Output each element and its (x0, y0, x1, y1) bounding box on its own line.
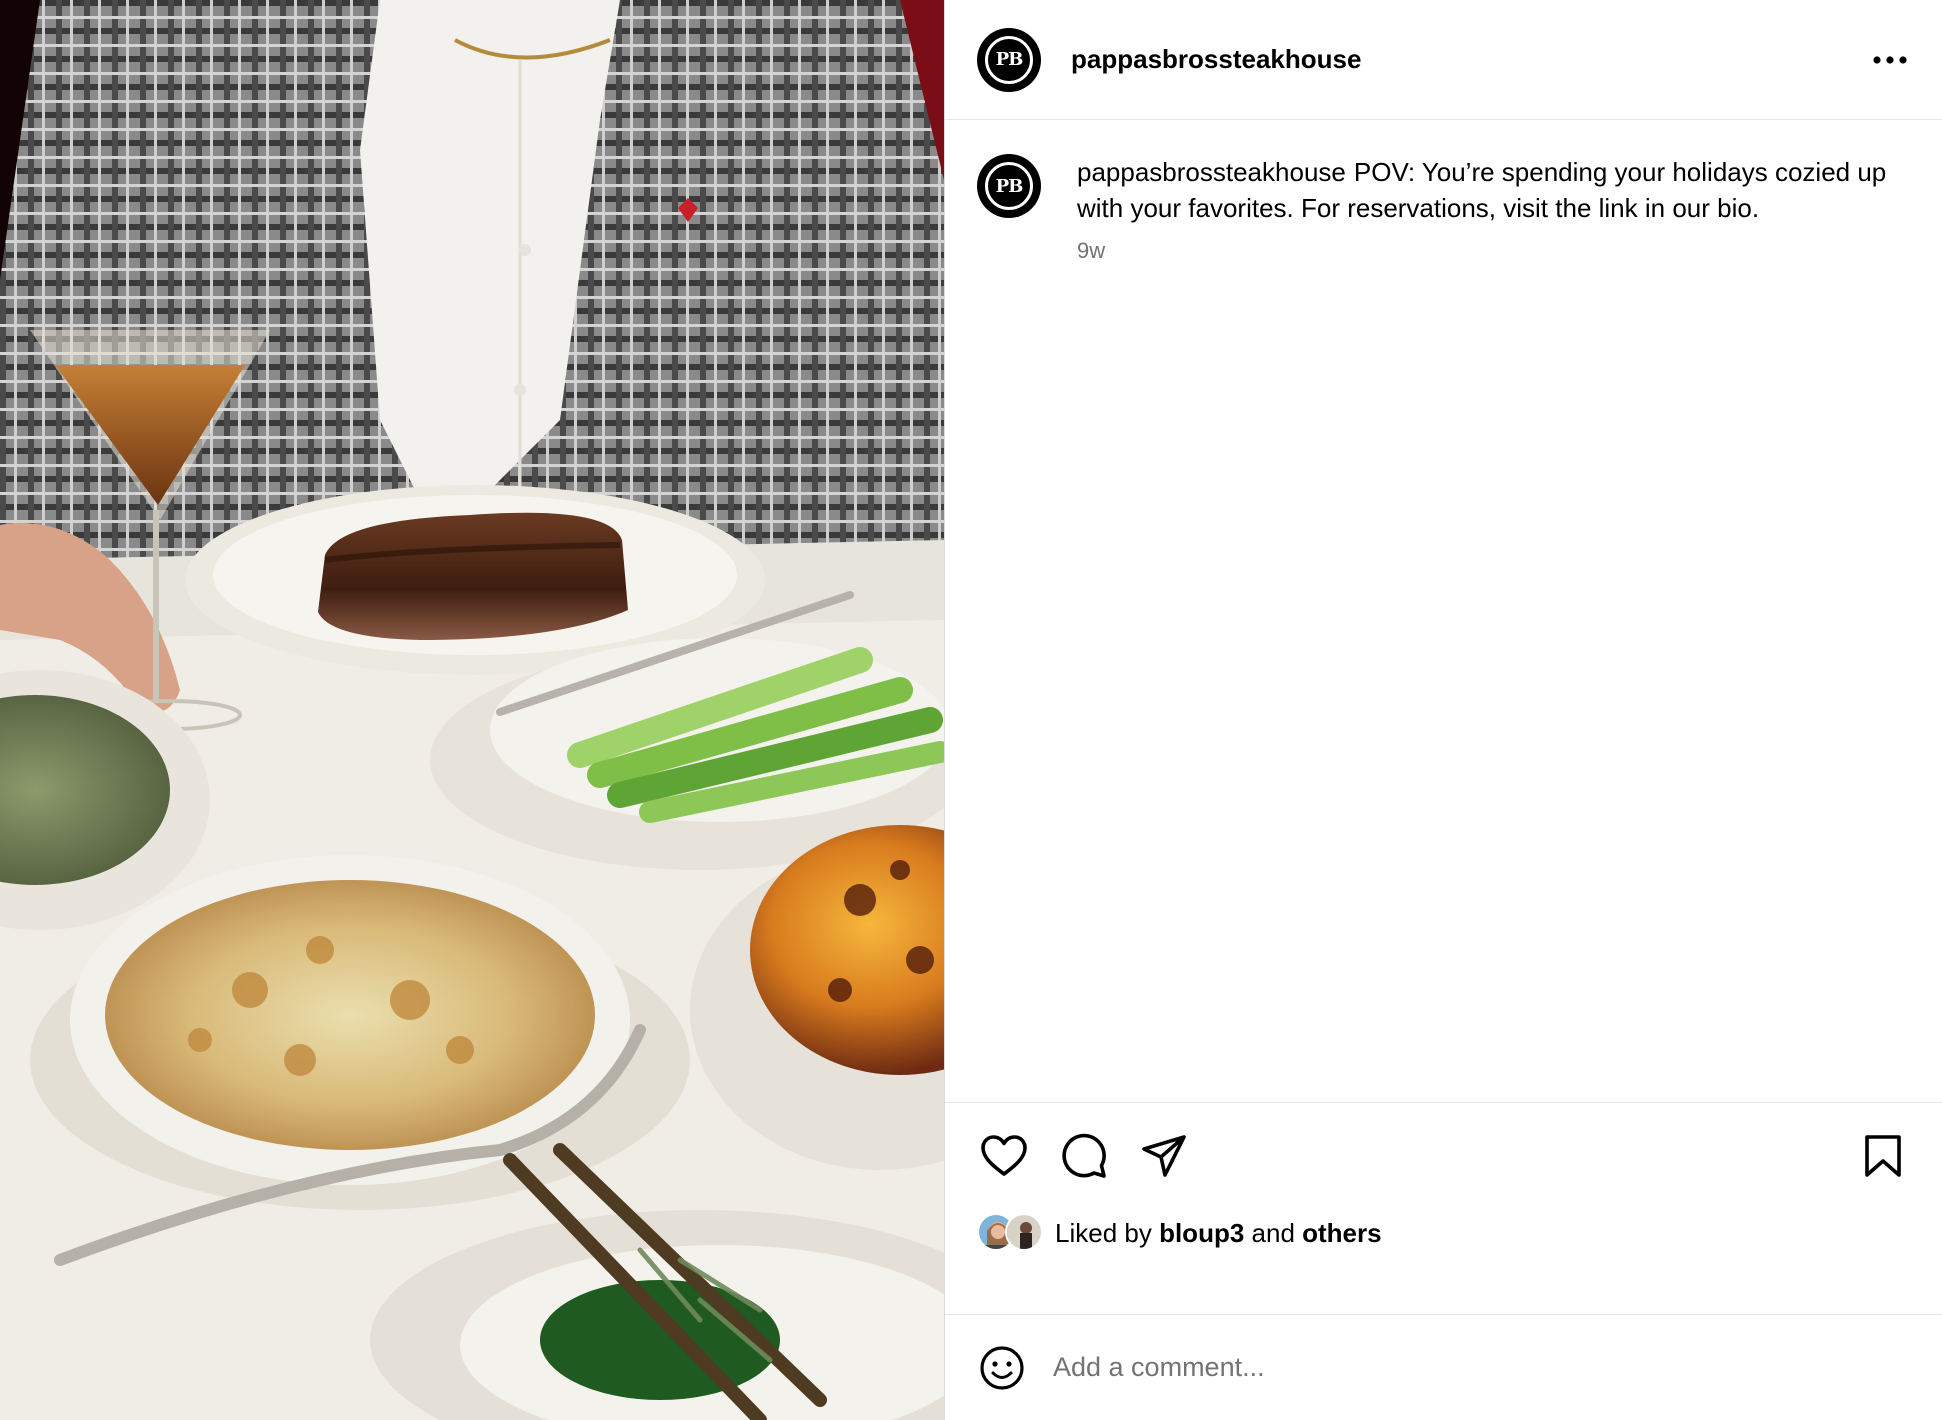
likes-row: Liked by bloup3 and others (977, 1211, 1910, 1255)
likes-text: Liked by bloup3 and others (1055, 1218, 1382, 1249)
heart-icon (981, 1135, 1027, 1176)
more-options-button[interactable] (1870, 40, 1910, 80)
caption-row: PB pappasbrossteakhouse POV: You’re spend… (977, 154, 1910, 264)
post-photo[interactable] (0, 0, 944, 1420)
caption-username[interactable]: pappasbrossteakhouse (1077, 157, 1346, 187)
caption-avatar[interactable]: PB (977, 154, 1041, 218)
save-button[interactable] (1856, 1129, 1910, 1183)
caption-body: pappasbrossteakhouse POV: You’re spending… (1077, 154, 1897, 264)
food-photo-illustration (0, 0, 944, 1420)
likes-prefix: Liked by (1055, 1217, 1160, 1248)
header-username[interactable]: pappasbrossteakhouse (1071, 44, 1361, 75)
add-comment-bar (945, 1314, 1942, 1420)
avatar-initials: PB (985, 35, 1033, 84)
post-side-panel: PB pappasbrossteakhouse PB pappasbrosste… (944, 0, 1942, 1420)
liker-avatar (1005, 1213, 1043, 1251)
comments-section: PB pappasbrossteakhouse POV: You’re spend… (945, 120, 1942, 1102)
bookmark-icon (1865, 1135, 1901, 1177)
comment-icon (1062, 1133, 1106, 1178)
caption-text: pappasbrossteakhouse POV: You’re spending… (1077, 154, 1897, 226)
comment-input[interactable] (1051, 1351, 1875, 1384)
post-actions: Liked by bloup3 and others (945, 1102, 1942, 1314)
more-horizontal-icon (1873, 55, 1907, 64)
avatar-initials: PB (985, 162, 1033, 210)
comment-button[interactable] (1057, 1129, 1111, 1183)
like-button[interactable] (977, 1129, 1031, 1183)
likes-middle: and (1244, 1217, 1303, 1248)
share-icon (1142, 1135, 1186, 1177)
post-header: PB pappasbrossteakhouse (945, 0, 1942, 120)
share-button[interactable] (1137, 1129, 1191, 1183)
liker-username[interactable]: bloup3 (1159, 1218, 1244, 1248)
caption-timestamp[interactable]: 9w (1077, 238, 1897, 264)
liker-avatars[interactable] (977, 1213, 1049, 1253)
likes-others-link[interactable]: others (1302, 1218, 1381, 1248)
emoji-button[interactable] (977, 1343, 1027, 1393)
action-icons-row (977, 1121, 1910, 1191)
emoji-icon (980, 1345, 1024, 1390)
profile-avatar[interactable]: PB (977, 27, 1041, 92)
post-dialog: PB pappasbrossteakhouse PB pappasbrosste… (0, 0, 1942, 1420)
